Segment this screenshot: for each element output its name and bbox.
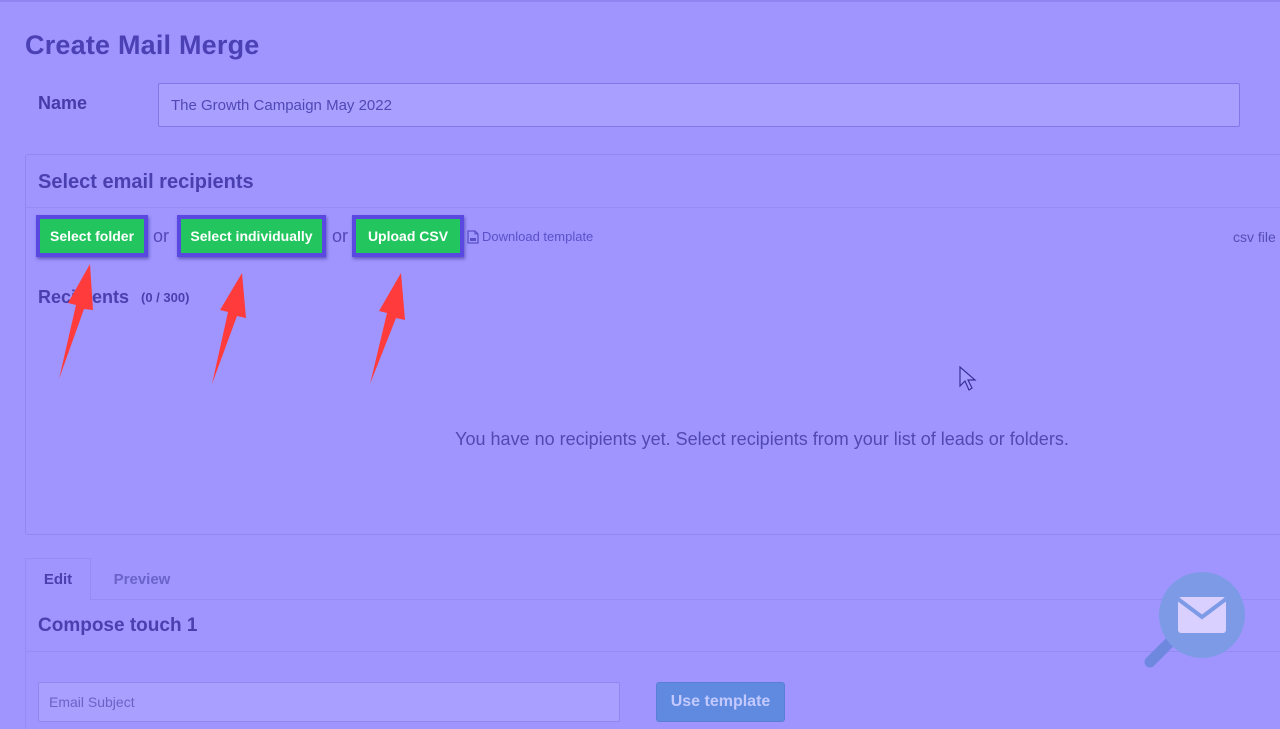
page-title: Create Mail Merge	[25, 30, 260, 60]
name-input[interactable]	[158, 83, 1240, 127]
mail-icon	[1176, 597, 1228, 633]
file-icon	[467, 229, 479, 244]
recipients-section-heading: Select email recipients	[38, 171, 254, 193]
top-border	[0, 0, 1280, 2]
empty-recipients-message: You have no recipients yet. Select recip…	[455, 429, 1069, 449]
select-folder-button[interactable]: Select folder	[36, 215, 148, 257]
or-separator: or	[153, 226, 170, 246]
panel-divider	[26, 207, 1280, 208]
csv-file-note: csv file	[1233, 229, 1276, 245]
recipients-panel	[25, 154, 1280, 535]
select-individually-button[interactable]: Select individually	[177, 215, 326, 257]
name-label: Name	[38, 93, 88, 113]
recipients-count: (0 / 300)	[141, 290, 190, 305]
tab-preview[interactable]: Preview	[92, 558, 192, 600]
cursor-icon	[959, 366, 977, 391]
tab-edit[interactable]: Edit	[25, 558, 91, 600]
upload-csv-button[interactable]: Upload CSV	[352, 215, 464, 257]
recipients-label: Recipients	[38, 287, 130, 307]
download-template-link[interactable]: Download template	[467, 229, 593, 244]
mail-search-widget[interactable]	[1140, 565, 1250, 675]
use-template-button[interactable]: Use template	[656, 682, 785, 722]
compose-heading: Compose touch 1	[38, 615, 198, 636]
email-subject-input[interactable]	[38, 682, 620, 722]
download-template-label: Download template	[482, 229, 594, 244]
or-separator: or	[332, 226, 349, 246]
compose-divider	[26, 651, 1280, 652]
